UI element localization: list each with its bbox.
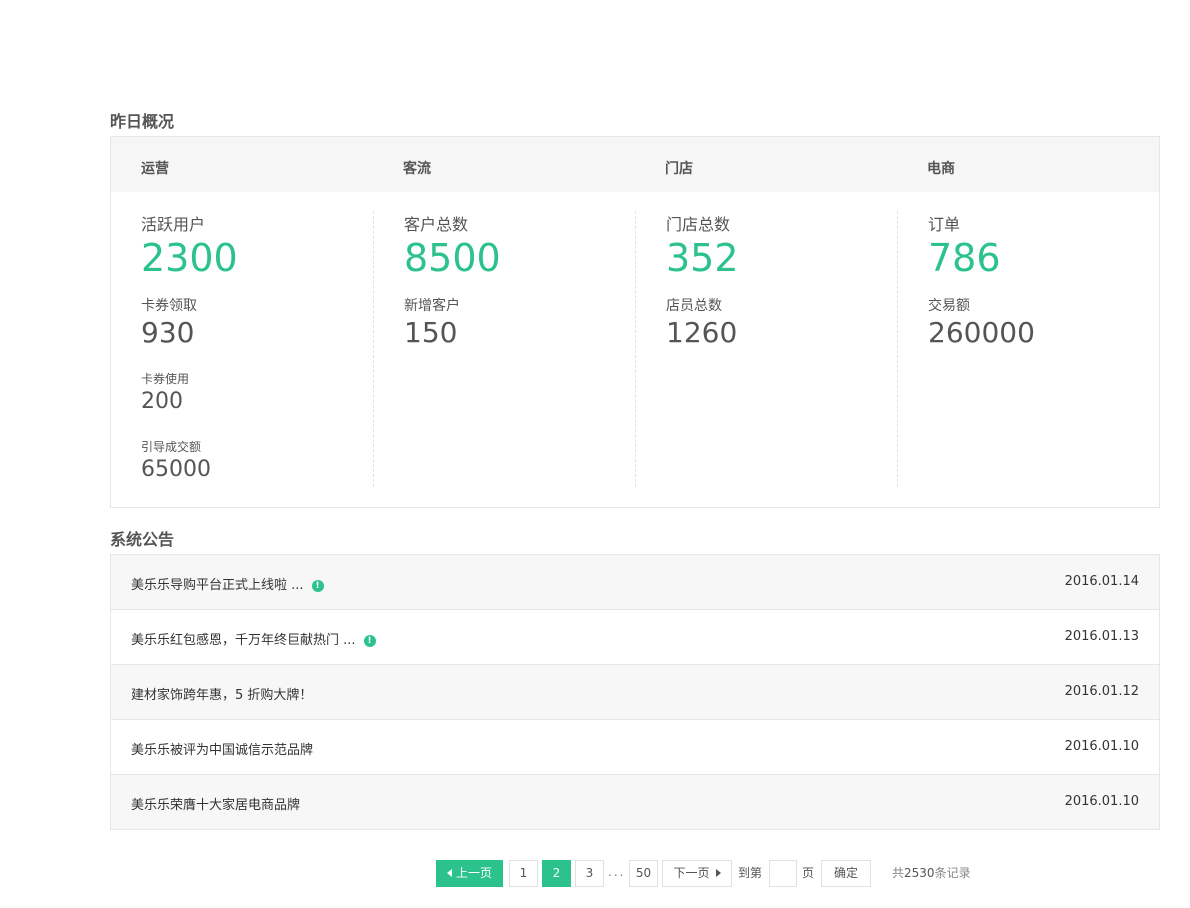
metric-transaction-amount: 交易额 260000 — [928, 295, 1035, 347]
metric-value: 260000 — [928, 316, 1035, 349]
metric-value: 8500 — [404, 236, 501, 280]
metric-total-staff: 店员总数 1260 — [666, 295, 737, 347]
notice-date: 2016.01.13 — [1064, 629, 1139, 644]
overview-panel: 运营 客流 门店 电商 活跃用户 2300 卡券领取 930 卡券使用 200 … — [110, 136, 1160, 508]
notices-title: 系统公告 — [110, 530, 175, 549]
page-unit-label: 页 — [802, 866, 815, 880]
metric-label: 活跃用户 — [141, 215, 206, 234]
alert-icon: ! — [311, 580, 324, 592]
goto-label: 到第 — [738, 866, 763, 880]
next-page-button[interactable]: 下一页 — [662, 860, 732, 887]
metric-total-customers: 客户总数 8500 — [404, 211, 501, 277]
alert-icon: ! — [363, 635, 376, 647]
metric-value: 2300 — [141, 236, 238, 280]
metric-coupons-claimed: 卡券领取 930 — [141, 295, 197, 347]
pagination-ellipsis: ... — [608, 865, 626, 879]
metric-value: 200 — [141, 389, 183, 414]
page-button-3[interactable]: 3 — [575, 860, 604, 887]
notice-title[interactable]: 美乐乐荣膺十大家居电商品牌 — [131, 794, 300, 813]
goto-page-input[interactable] — [769, 860, 797, 887]
notice-date: 2016.01.14 — [1064, 574, 1139, 589]
metric-label: 交易额 — [928, 298, 970, 314]
notice-date: 2016.01.10 — [1064, 739, 1139, 754]
metric-label: 客户总数 — [404, 215, 469, 234]
notice-date: 2016.01.10 — [1064, 794, 1139, 809]
list-item[interactable]: 美乐乐红包感恩，千万年终巨献热门 ...! 2016.01.13 — [111, 610, 1159, 665]
metric-guided-sales: 引导成交额 65000 — [141, 438, 211, 481]
page-button-1[interactable]: 1 — [509, 860, 538, 887]
metric-value: 352 — [666, 236, 739, 280]
column-operations: 活跃用户 2300 卡券领取 930 卡券使用 200 引导成交额 65000 — [111, 211, 373, 487]
metric-value: 150 — [404, 316, 458, 349]
metric-value: 65000 — [141, 457, 211, 482]
list-item[interactable]: 美乐乐导购平台正式上线啦 ...! 2016.01.14 — [111, 555, 1159, 610]
metric-value: 1260 — [666, 316, 738, 349]
overview-title: 昨日概况 — [110, 112, 175, 131]
total-records: 共2530条记录 — [892, 866, 971, 880]
notice-date: 2016.01.12 — [1064, 684, 1139, 699]
notice-title[interactable]: 美乐乐导购平台正式上线啦 ...! — [131, 574, 324, 593]
metric-label: 新增客户 — [404, 298, 460, 314]
metric-label: 卡券使用 — [141, 372, 190, 386]
page-button-2-current[interactable]: 2 — [542, 860, 571, 887]
metric-label: 卡券领取 — [141, 298, 197, 314]
column-traffic: 客户总数 8500 新增客户 150 — [373, 211, 636, 487]
notice-title[interactable]: 美乐乐红包感恩，千万年终巨献热门 ...! — [131, 629, 376, 648]
metric-value: 930 — [141, 316, 195, 349]
column-header-traffic: 客流 — [403, 161, 431, 177]
notice-title[interactable]: 美乐乐被评为中国诚信示范品牌 — [131, 739, 313, 758]
overview-header-bar: 运营 客流 门店 电商 — [111, 137, 1159, 192]
column-header-operations: 运营 — [141, 161, 169, 177]
list-item[interactable]: 美乐乐被评为中国诚信示范品牌 2016.01.10 — [111, 720, 1159, 775]
metric-coupons-used: 卡券使用 200 — [141, 370, 189, 413]
caret-right-icon — [715, 869, 721, 877]
column-header-ecommerce: 电商 — [927, 161, 955, 177]
metric-label: 引导成交额 — [141, 440, 202, 454]
caret-left-icon — [446, 869, 452, 877]
confirm-button[interactable]: 确定 — [821, 860, 871, 887]
list-item[interactable]: 美乐乐荣膺十大家居电商品牌 2016.01.10 — [111, 775, 1159, 830]
page-button-last[interactable]: 50 — [629, 860, 658, 887]
metric-label: 门店总数 — [666, 215, 731, 234]
list-item[interactable]: 建材家饰跨年惠，5 折购大牌！ 2016.01.12 — [111, 665, 1159, 720]
column-header-stores: 门店 — [665, 161, 693, 177]
notice-list: 美乐乐导购平台正式上线啦 ...! 2016.01.14 美乐乐红包感恩，千万年… — [110, 554, 1160, 830]
metric-orders: 订单 786 — [928, 211, 1001, 277]
metric-label: 店员总数 — [666, 298, 722, 314]
metric-new-customers: 新增客户 150 — [404, 295, 460, 347]
column-stores: 门店总数 352 店员总数 1260 — [635, 211, 898, 487]
metric-label: 订单 — [928, 215, 961, 234]
column-ecommerce: 订单 786 交易额 260000 — [897, 211, 1160, 487]
metric-value: 786 — [928, 236, 1001, 280]
prev-page-button[interactable]: 上一页 — [436, 860, 503, 887]
metric-active-users: 活跃用户 2300 — [141, 211, 238, 277]
notice-title[interactable]: 建材家饰跨年惠，5 折购大牌！ — [131, 684, 312, 703]
metric-total-stores: 门店总数 352 — [666, 211, 739, 277]
